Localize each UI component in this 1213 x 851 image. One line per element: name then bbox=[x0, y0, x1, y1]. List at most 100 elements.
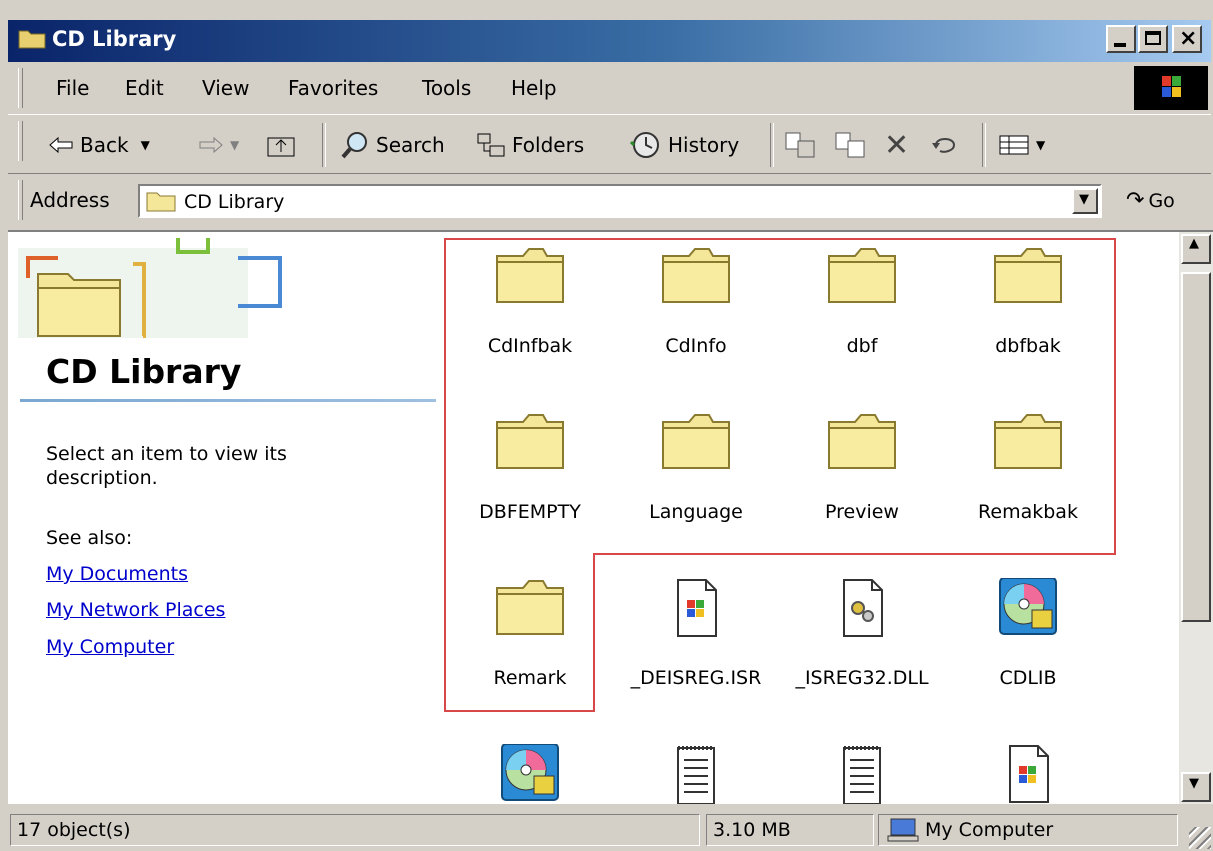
minimize-button[interactable] bbox=[1106, 25, 1136, 53]
delete-button[interactable]: ✕ bbox=[884, 128, 909, 163]
forward-button[interactable]: ▼ bbox=[198, 129, 239, 161]
cd-app-icon bbox=[494, 743, 566, 804]
move-to-button[interactable] bbox=[784, 129, 816, 161]
pane-divider bbox=[20, 399, 436, 402]
menu-file[interactable]: File bbox=[56, 76, 89, 100]
file-name: CDLIB bbox=[999, 667, 1057, 689]
file-item[interactable]: Remark bbox=[450, 578, 610, 689]
folder-icon bbox=[660, 246, 732, 311]
link-my-network-places[interactable]: My Network Places bbox=[46, 599, 225, 621]
up-folder-icon bbox=[267, 137, 295, 157]
menu-tools[interactable]: Tools bbox=[422, 76, 471, 100]
copy-to-icon bbox=[835, 132, 865, 158]
go-arrow-icon: ↷ bbox=[1126, 188, 1145, 213]
menu-help[interactable]: Help bbox=[511, 76, 557, 100]
file-item[interactable]: _ISREG32.DLL bbox=[782, 578, 942, 689]
file-item[interactable]: DBFEMPTY bbox=[450, 412, 610, 523]
up-folder-button[interactable] bbox=[266, 129, 296, 161]
resize-grip-icon[interactable] bbox=[1189, 827, 1211, 849]
scroll-up-button[interactable]: ▲ bbox=[1181, 234, 1211, 264]
status-zone: My Computer bbox=[878, 814, 1178, 846]
address-field[interactable]: CD Library ▼ bbox=[138, 184, 1102, 218]
title-bar[interactable]: CD Library × bbox=[8, 20, 1211, 62]
chevron-up-icon: ▲ bbox=[1189, 236, 1199, 251]
go-label: Go bbox=[1148, 189, 1175, 212]
address-grip[interactable] bbox=[18, 180, 23, 220]
chevron-down-icon: ▼ bbox=[230, 138, 240, 152]
windows-logo bbox=[1134, 66, 1208, 110]
folder-banner-icon bbox=[18, 238, 282, 338]
explorer-window: CD Library × File Edit View Favorites To… bbox=[0, 0, 1213, 851]
menu-favorites[interactable]: Favorites bbox=[288, 76, 378, 100]
link-my-documents[interactable]: My Documents bbox=[46, 563, 188, 585]
cd-app-icon bbox=[992, 577, 1064, 643]
search-icon bbox=[341, 132, 367, 159]
folder-icon bbox=[494, 578, 566, 643]
folder-icon bbox=[992, 246, 1064, 311]
menu-edit[interactable]: Edit bbox=[125, 76, 164, 100]
file-item[interactable]: CdInfo bbox=[616, 246, 776, 357]
back-button[interactable]: Back ▼ bbox=[48, 129, 150, 161]
file-item[interactable]: Preview bbox=[782, 412, 942, 523]
standard-toolbar: Back ▼ ▼ Search Folders History ✕ ▼ bbox=[8, 114, 1211, 174]
close-button[interactable]: × bbox=[1172, 25, 1202, 53]
status-bar: 17 object(s) 3.10 MB My Computer bbox=[8, 808, 1213, 851]
folder-icon bbox=[660, 412, 732, 477]
file-item[interactable]: Remakbak bbox=[948, 412, 1108, 523]
maximize-button[interactable] bbox=[1138, 25, 1168, 53]
file-name: _DEISREG.ISR bbox=[630, 667, 762, 689]
web-view-pane: CD Library Select an item to view its de… bbox=[8, 232, 438, 804]
move-to-icon bbox=[785, 132, 815, 158]
undo-icon bbox=[932, 138, 956, 153]
file-item[interactable]: dbf bbox=[782, 246, 942, 357]
text-file-icon bbox=[660, 744, 732, 804]
file-item[interactable] bbox=[948, 744, 1108, 804]
toolbar-grip[interactable] bbox=[18, 121, 23, 161]
address-bar: Address CD Library ▼ ↷ Go bbox=[8, 174, 1211, 230]
folders-button[interactable]: Folders bbox=[476, 129, 584, 161]
file-item[interactable]: CDLIB bbox=[948, 577, 1108, 689]
file-name: Preview bbox=[825, 501, 899, 523]
chevron-down-icon: ▼ bbox=[1036, 138, 1046, 152]
folder-icon bbox=[146, 192, 176, 212]
link-my-computer[interactable]: My Computer bbox=[46, 636, 174, 658]
file-name: _ISREG32.DLL bbox=[795, 667, 929, 689]
menu-grip[interactable] bbox=[18, 68, 23, 108]
file-item[interactable] bbox=[450, 743, 610, 804]
views-icon bbox=[999, 135, 1029, 155]
address-dropdown-button[interactable]: ▼ bbox=[1072, 188, 1098, 214]
history-clock-icon bbox=[630, 132, 659, 158]
toolbar-separator bbox=[770, 123, 774, 167]
see-also-label: See also: bbox=[46, 527, 133, 549]
go-button[interactable]: ↷ Go bbox=[1126, 188, 1175, 213]
chevron-down-icon: ▼ bbox=[140, 138, 150, 152]
file-name: DBFEMPTY bbox=[479, 501, 581, 523]
views-button[interactable]: ▼ bbox=[998, 129, 1045, 161]
file-name: CdInfo bbox=[665, 335, 727, 357]
copy-to-button[interactable] bbox=[834, 129, 866, 161]
maximize-icon bbox=[1145, 31, 1161, 45]
file-item[interactable]: Language bbox=[616, 412, 776, 523]
history-button[interactable]: History bbox=[630, 129, 739, 161]
file-item[interactable]: _DEISREG.ISR bbox=[616, 578, 776, 689]
chevron-down-icon: ▼ bbox=[1079, 192, 1089, 207]
menu-bar: File Edit View Favorites Tools Help bbox=[8, 62, 1211, 114]
address-value: CD Library bbox=[184, 191, 285, 213]
file-item[interactable]: dbfbak bbox=[948, 246, 1108, 357]
file-item[interactable] bbox=[782, 744, 942, 804]
search-button[interactable]: Search bbox=[340, 129, 445, 161]
folder-icon bbox=[494, 246, 566, 311]
toolbar-separator bbox=[322, 123, 326, 167]
file-item[interactable] bbox=[616, 744, 776, 804]
vertical-scrollbar[interactable]: ▲ ▼ bbox=[1179, 232, 1213, 804]
chevron-down-icon: ▼ bbox=[1189, 776, 1199, 791]
scroll-thumb[interactable] bbox=[1181, 272, 1211, 622]
pane-title: CD Library bbox=[46, 352, 242, 391]
back-arrow-icon bbox=[49, 136, 73, 154]
menu-view[interactable]: View bbox=[202, 76, 249, 100]
scroll-down-button[interactable]: ▼ bbox=[1181, 772, 1211, 802]
file-name: dbfbak bbox=[995, 335, 1061, 357]
computer-icon bbox=[887, 818, 919, 842]
file-item[interactable]: CdInfbak bbox=[450, 246, 610, 357]
undo-button[interactable] bbox=[930, 129, 960, 161]
